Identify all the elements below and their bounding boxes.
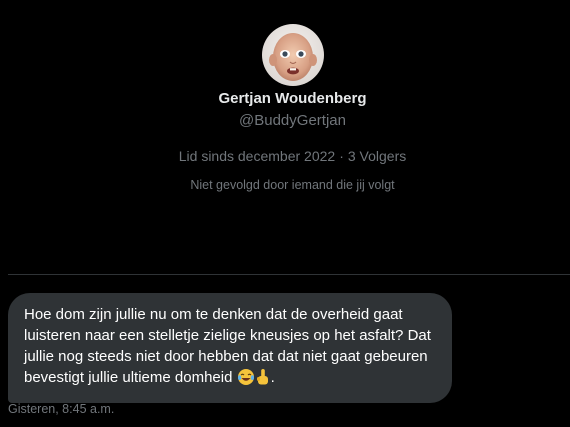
message-text: Hoe dom zijn jullie nu om te denken dat … — [24, 306, 431, 386]
section-divider — [8, 274, 570, 275]
message-trailing: . — [270, 369, 275, 386]
profile-meta: Lid sinds december 2022 · 3 Volgers — [0, 148, 570, 164]
not-followed-notice: Niet gevolgd door iemand die jij volgt — [190, 178, 395, 192]
avatar-photo-icon — [262, 24, 324, 86]
middle-finger-emoji-icon — [255, 368, 271, 392]
followers-link[interactable]: 3 Volgers — [348, 148, 406, 164]
display-name[interactable]: Gertjan Woudenberg — [0, 90, 570, 107]
meta-separator: · — [339, 148, 344, 164]
avatar[interactable] — [262, 24, 324, 86]
laughing-tears-emoji-icon — [237, 368, 255, 392]
message-timestamp[interactable]: Gisteren, 8:45 a.m. — [8, 402, 114, 416]
message-bubble[interactable]: Hoe dom zijn jullie nu om te denken dat … — [8, 293, 452, 403]
user-handle[interactable]: @BuddyGertjan — [0, 112, 570, 129]
member-since: Lid sinds december 2022 — [178, 148, 336, 164]
